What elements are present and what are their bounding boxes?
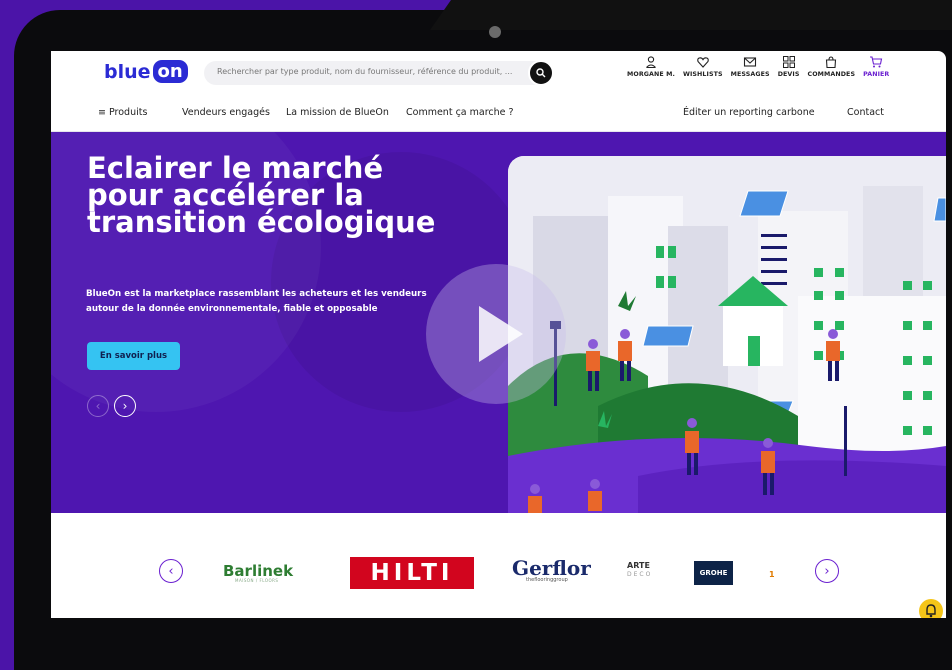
hero-title-line-3: transition écologique — [87, 205, 436, 239]
logo-blue-text: blue — [104, 60, 151, 83]
nav-messages-label: MESSAGES — [730, 71, 770, 78]
nav-wishlists-label: WISHLISTS — [682, 71, 723, 78]
nav-devis-label: DEVIS — [777, 71, 800, 78]
menu-comment[interactable]: Comment ça marche ? — [406, 107, 514, 118]
account-nav: MORGANE M. WISHLISTS MESSAGES DEVIS COMM… — [627, 55, 897, 78]
user-icon — [646, 56, 656, 69]
nav-devis[interactable]: DEVIS — [778, 55, 800, 78]
arte-text: ARTE — [627, 561, 650, 570]
hero-title: Eclairer le marché pour accélérer la tra… — [87, 154, 436, 239]
brands-carousel: ‹ Barlinek MAISON / FLOORS HILTI Gerflor… — [51, 513, 946, 618]
nav-panier[interactable]: PANIER — [863, 55, 889, 78]
brand-arte-deco[interactable]: ARTE DECO — [627, 561, 652, 579]
nav-account-label: MORGANE M. — [627, 71, 675, 78]
chevron-right-icon: › — [824, 563, 830, 579]
website-screen: blue on Rechercher par type produit, nom… — [51, 51, 946, 618]
blueon-logo[interactable]: blue on — [104, 60, 188, 83]
brand-gerflor[interactable]: Gerflor theflooringgroup — [512, 556, 591, 583]
en-savoir-plus-button[interactable]: En savoir plus — [87, 342, 180, 370]
nav-commandes-label: COMMANDES — [807, 71, 856, 78]
brand-barlinek[interactable]: Barlinek MAISON / FLOORS — [223, 562, 293, 583]
heart-icon — [697, 57, 709, 68]
nav-commandes[interactable]: COMMANDES — [807, 55, 855, 78]
search-button[interactable] — [528, 60, 554, 86]
grid-icon — [782, 56, 795, 68]
bag-icon — [826, 56, 837, 69]
city-illustration — [508, 156, 946, 513]
brands-next-button[interactable]: › — [815, 559, 839, 583]
hero-next-button[interactable]: › — [114, 395, 136, 417]
chevron-left-icon: ‹ — [168, 563, 174, 579]
cart-icon — [870, 56, 883, 68]
chevron-left-icon: ‹ — [95, 399, 101, 413]
search-bar[interactable]: Rechercher par type produit, nom du four… — [204, 60, 554, 86]
logo-on-text: on — [152, 60, 188, 83]
tablet-camera — [489, 26, 501, 38]
envelope-icon — [744, 57, 757, 67]
menu-contact[interactable]: Contact — [847, 107, 884, 118]
menu-produits[interactable]: ≡ Produits — [98, 107, 147, 118]
hero-subtitle-line-1: BlueOn est la marketplace rassemblant le… — [86, 289, 427, 299]
chat-widget-icon[interactable] — [919, 599, 943, 618]
menu-reporting[interactable]: Éditer un reporting carbone — [683, 107, 815, 118]
hero-prev-button[interactable]: ‹ — [87, 395, 109, 417]
bell-icon — [926, 604, 936, 618]
menu-mission[interactable]: La mission de BlueOn — [286, 107, 389, 118]
nav-messages[interactable]: MESSAGES — [731, 55, 770, 78]
hero-subtitle: BlueOn est la marketplace rassemblant le… — [86, 287, 446, 317]
nav-panier-label: PANIER — [863, 71, 890, 78]
search-icon — [536, 68, 546, 78]
top-header: blue on Rechercher par type produit, nom… — [51, 51, 946, 95]
brand-partial: 1 — [769, 570, 775, 579]
chevron-right-icon: › — [122, 399, 128, 413]
brand-grohe[interactable]: GROHE — [694, 561, 733, 585]
main-menu: ≡ Produits Vendeurs engagés La mission d… — [51, 95, 946, 132]
hero-banner: Eclairer le marché pour accélérer la tra… — [51, 132, 946, 513]
menu-vendeurs[interactable]: Vendeurs engagés — [182, 107, 270, 118]
deco-text: DECO — [627, 571, 653, 578]
nav-wishlists[interactable]: WISHLISTS — [683, 55, 723, 78]
brand-hilti[interactable]: HILTI — [350, 557, 474, 589]
hero-subtitle-line-2: autour de la donnée environnementale, fi… — [86, 304, 378, 314]
search-input[interactable]: Rechercher par type produit, nom du four… — [217, 67, 512, 76]
city-illustration-svg — [508, 156, 946, 513]
play-video-button[interactable] — [426, 264, 566, 404]
brands-prev-button[interactable]: ‹ — [159, 559, 183, 583]
nav-account[interactable]: MORGANE M. — [627, 55, 675, 78]
